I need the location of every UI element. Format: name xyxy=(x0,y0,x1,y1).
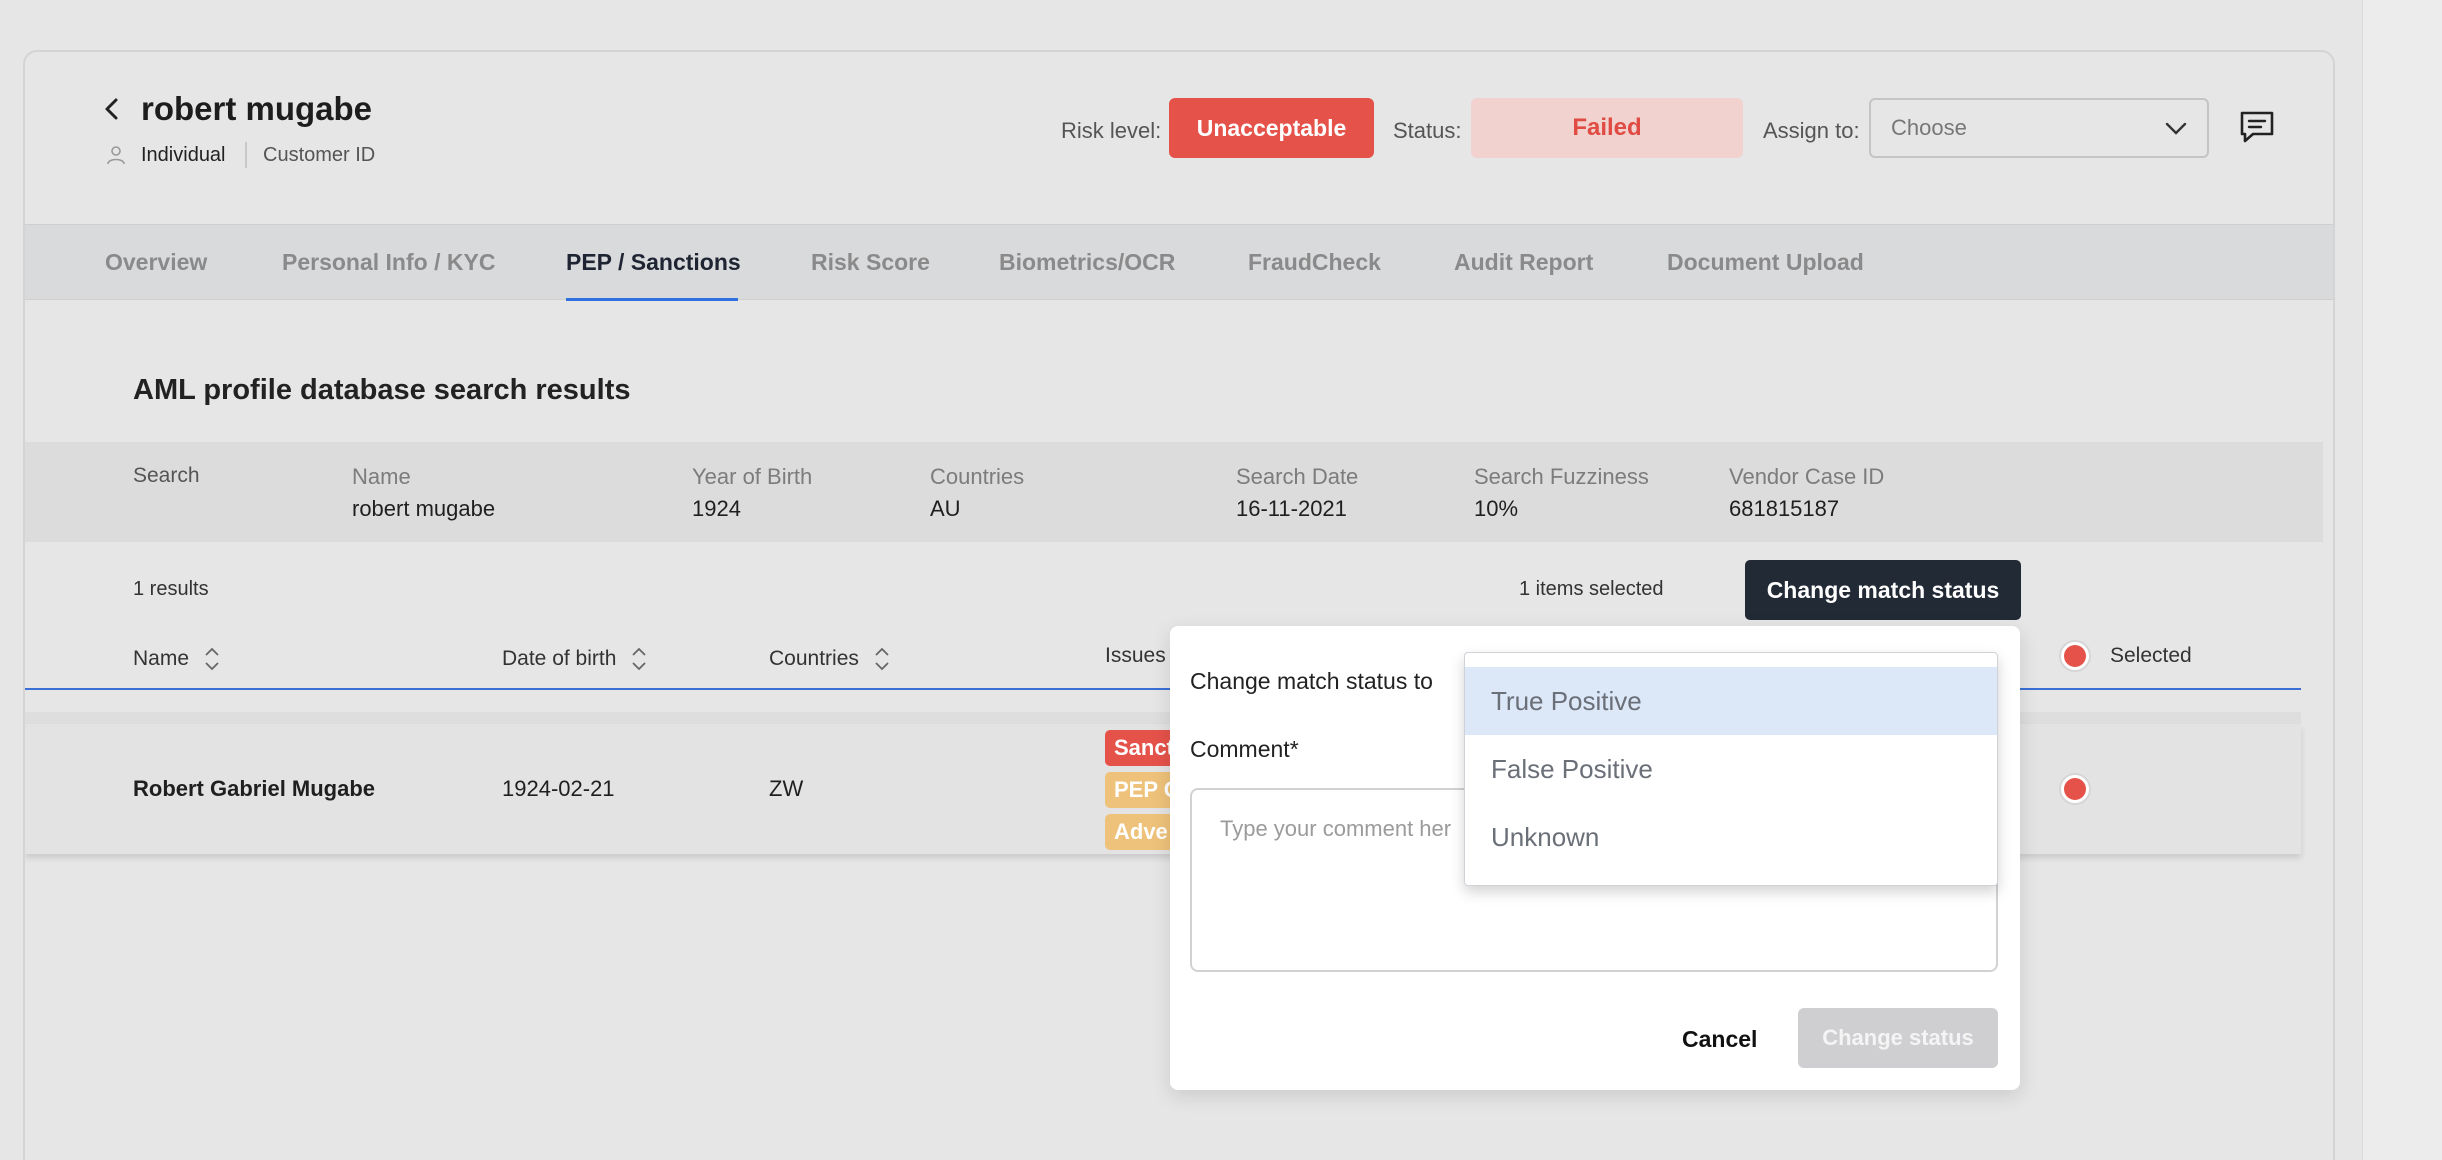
row-select-radio-icon[interactable] xyxy=(2057,771,2093,807)
column-header-countries[interactable]: Countries xyxy=(769,644,891,674)
assign-select[interactable]: Choose xyxy=(1869,98,2209,158)
search-field-name: Name robert mugabe xyxy=(352,464,495,522)
comment-icon[interactable] xyxy=(2237,108,2277,146)
search-field-fuzziness: Search Fuzziness 10% xyxy=(1474,464,1649,522)
risk-level-label: Risk level: xyxy=(1061,118,1162,143)
assign-select-value: Choose xyxy=(1891,115,1967,140)
row-country: ZW xyxy=(769,776,804,801)
row-dob: 1924-02-21 xyxy=(502,776,615,801)
column-header-selected: Selected xyxy=(2110,644,2192,667)
divider xyxy=(245,142,247,168)
match-status-dropdown[interactable]: True Positive False Positive Unknown xyxy=(1464,652,1998,886)
sort-icon[interactable] xyxy=(203,644,221,674)
row-name: Robert Gabriel Mugabe xyxy=(133,776,376,801)
column-label: Date of birth xyxy=(502,647,617,670)
option-false-positive[interactable]: False Positive xyxy=(1465,735,1997,803)
tab-overview[interactable]: Overview xyxy=(105,249,207,276)
person-icon xyxy=(107,146,125,165)
tab-biometrics-ocr[interactable]: Biometrics/OCR xyxy=(999,249,1175,276)
sort-icon[interactable] xyxy=(873,644,891,674)
tab-pep-sanctions[interactable]: PEP / Sanctions xyxy=(566,249,741,276)
search-field-countries: Countries AU xyxy=(930,464,1024,522)
match-status-label: Change match status to xyxy=(1190,668,1433,694)
field-value: 10% xyxy=(1474,496,1519,521)
tab-risk-score[interactable]: Risk Score xyxy=(811,249,930,276)
field-label: Search Fuzziness xyxy=(1474,464,1649,489)
field-label: Search Date xyxy=(1236,464,1359,489)
column-label: Countries xyxy=(769,647,859,670)
field-value: 681815187 xyxy=(1729,496,1840,521)
cancel-button[interactable]: Cancel xyxy=(1682,1026,1757,1053)
tab-audit-report[interactable]: Audit Report xyxy=(1454,249,1593,276)
case-title: robert mugabe xyxy=(141,90,373,127)
field-label: Vendor Case ID xyxy=(1729,464,1885,489)
back-arrow-icon[interactable] xyxy=(97,94,127,124)
field-value: robert mugabe xyxy=(352,496,496,521)
page-scrollbar[interactable] xyxy=(2362,0,2442,1160)
tab-bar: Overview Personal Info / KYC PEP / Sanct… xyxy=(25,224,2333,301)
tab-document-upload[interactable]: Document Upload xyxy=(1667,249,1864,276)
customer-id: Customer ID xyxy=(263,144,376,166)
status-label: Status: xyxy=(1393,118,1462,143)
chevron-down-icon xyxy=(2165,122,2187,135)
field-label: Countries xyxy=(930,464,1025,489)
tab-fraudcheck[interactable]: FraudCheck xyxy=(1248,249,1381,276)
search-field-date: Search Date 16-11-2021 xyxy=(1236,464,1358,522)
column-header-name[interactable]: Name xyxy=(133,644,221,674)
search-field-vendor-case: Vendor Case ID 681815187 xyxy=(1729,464,1884,522)
option-true-positive[interactable]: True Positive xyxy=(1465,667,1997,735)
section-title: AML profile database search results xyxy=(133,374,631,406)
field-label: Year of Birth xyxy=(692,464,813,489)
change-match-status-button[interactable]: Change match status xyxy=(1745,560,2021,620)
field-value: 16-11-2021 xyxy=(1236,496,1347,521)
search-field-year: Year of Birth 1924 xyxy=(692,464,812,522)
field-value: 1924 xyxy=(692,496,741,521)
field-value: AU xyxy=(930,496,961,521)
active-tab-indicator xyxy=(566,298,738,301)
tab-personal-info-kyc[interactable]: Personal Info / KYC xyxy=(282,249,495,276)
assign-label: Assign to: xyxy=(1763,118,1860,143)
risk-level-badge: Unacceptable xyxy=(1169,98,1374,158)
sort-icon[interactable] xyxy=(630,644,648,674)
column-label: Issues xyxy=(1105,644,1166,667)
select-all-radio-icon[interactable] xyxy=(2057,638,2093,674)
items-selected-count: 1 items selected xyxy=(1519,578,1664,600)
entity-type: Individual xyxy=(141,144,226,166)
column-label: Name xyxy=(133,647,190,670)
status-badge: Failed xyxy=(1471,98,1743,158)
change-status-button[interactable]: Change status xyxy=(1798,1008,1998,1068)
column-header-dob[interactable]: Date of birth xyxy=(502,644,648,674)
option-unknown[interactable]: Unknown xyxy=(1465,803,1997,871)
search-label: Search xyxy=(133,464,200,487)
search-summary: Search Name robert mugabe Year of Birth … xyxy=(25,442,2323,542)
comment-label: Comment* xyxy=(1190,736,1299,762)
results-count: 1 results xyxy=(133,578,209,600)
field-label: Name xyxy=(352,464,411,489)
column-header-issues: Issues xyxy=(1105,644,1166,668)
